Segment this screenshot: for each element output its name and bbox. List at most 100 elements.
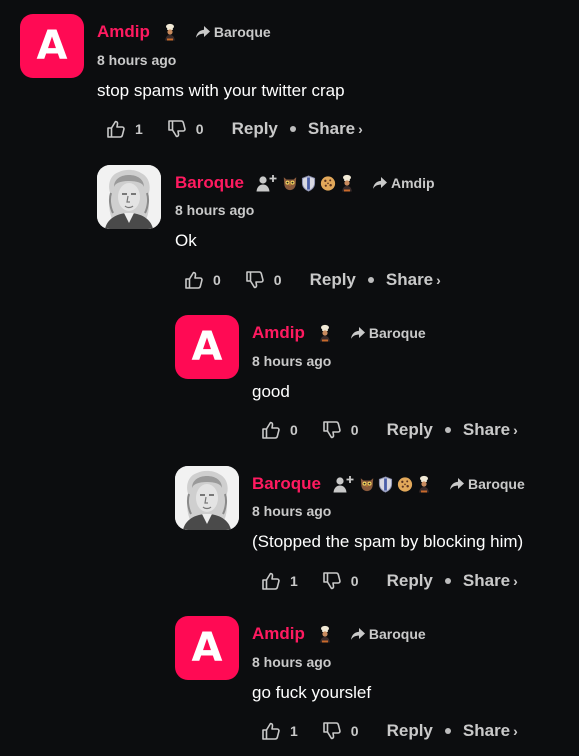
avatar[interactable]: A — [175, 315, 239, 379]
reply-to-link[interactable]: Baroque — [350, 626, 426, 642]
reply-to-link[interactable]: Baroque — [195, 24, 271, 40]
upvote-count: 1 — [290, 723, 298, 739]
separator-dot — [444, 427, 451, 433]
comment-actions: 0 0 Reply Share › — [261, 418, 518, 442]
share-button[interactable]: Share › — [386, 270, 441, 290]
author-name[interactable]: Amdip — [97, 22, 150, 42]
chevron-right-icon: › — [513, 723, 518, 739]
reply-to-name: Baroque — [213, 24, 271, 40]
comment-text: stop spams with your twitter crap — [97, 81, 345, 100]
reply-to-name: Baroque — [467, 476, 525, 492]
downvote-button[interactable]: 0 — [245, 270, 282, 290]
reply-arrow-icon — [372, 176, 388, 190]
reply-to-link[interactable]: Baroque — [449, 476, 525, 492]
author-name[interactable]: Amdip — [252, 323, 305, 343]
comment-header: Amdip Baroque — [252, 623, 426, 645]
comment-actions: 1 0 Reply Share › — [106, 117, 363, 141]
downvote-count: 0 — [195, 121, 204, 137]
reply-button[interactable]: Reply — [387, 571, 433, 591]
downvote-count: 0 — [350, 723, 359, 739]
separator-dot — [444, 728, 451, 734]
thumbs-down-icon — [322, 571, 342, 591]
upvote-count: 1 — [290, 573, 298, 589]
chef-badge-icon — [317, 625, 333, 643]
upvote-button[interactable]: 1 — [261, 721, 298, 741]
share-label: Share — [462, 571, 511, 590]
downvote-button[interactable]: 0 — [322, 721, 359, 741]
comment-header: Baroque Baroque — [252, 473, 525, 495]
owl-badge-icon — [359, 475, 375, 493]
avatar[interactable]: A — [175, 616, 239, 680]
add-user-badge-icon[interactable] — [256, 174, 278, 192]
share-label: Share — [307, 119, 356, 138]
reply-button[interactable]: Reply — [387, 721, 433, 741]
reply-button[interactable]: Reply — [387, 420, 433, 440]
thumbs-up-icon — [261, 420, 281, 440]
owl-badge-icon — [282, 174, 298, 192]
reply-to-link[interactable]: Amdip — [372, 175, 435, 191]
avatar-letter: A — [191, 324, 223, 370]
share-button[interactable]: Share › — [463, 420, 518, 440]
downvote-button[interactable]: 0 — [322, 420, 359, 440]
upvote-button[interactable]: 0 — [184, 270, 221, 290]
share-label: Share — [462, 420, 511, 439]
timestamp[interactable]: 8 hours ago — [252, 503, 331, 519]
comment-header: Amdip Baroque — [97, 21, 271, 43]
reply-to-name: Baroque — [368, 626, 426, 642]
timestamp[interactable]: 8 hours ago — [97, 52, 176, 68]
share-button[interactable]: Share › — [463, 721, 518, 741]
upvote-button[interactable]: 1 — [106, 119, 143, 139]
cookie-badge-icon — [320, 174, 336, 192]
comment-header: Baroque Amdip — [175, 172, 435, 194]
avatar[interactable]: A — [20, 14, 84, 78]
comment-header: Amdip Baroque — [252, 322, 426, 344]
comment-text: go fuck yourslef — [252, 683, 372, 702]
comment-actions: 1 0 Reply Share › — [261, 569, 518, 593]
downvote-count: 0 — [350, 422, 359, 438]
reply-arrow-icon — [449, 477, 465, 491]
share-button[interactable]: Share › — [463, 571, 518, 591]
chevron-right-icon: › — [436, 272, 441, 288]
shield-badge-icon — [301, 174, 317, 192]
thumbs-down-icon — [322, 721, 342, 741]
author-name[interactable]: Baroque — [252, 474, 321, 494]
upvote-button[interactable]: 0 — [261, 420, 298, 440]
chevron-right-icon: › — [513, 573, 518, 589]
share-button[interactable]: Share › — [308, 119, 363, 139]
avatar[interactable] — [97, 165, 161, 229]
downvote-button[interactable]: 0 — [322, 571, 359, 591]
thumbs-up-icon — [261, 571, 281, 591]
comment-text: Ok — [175, 231, 197, 250]
avatar-letter: A — [191, 625, 223, 671]
author-name[interactable]: Baroque — [175, 173, 244, 193]
reply-arrow-icon — [350, 326, 366, 340]
chef-badge-icon — [339, 174, 355, 192]
reply-to-link[interactable]: Baroque — [350, 325, 426, 341]
timestamp[interactable]: 8 hours ago — [175, 202, 254, 218]
reply-button[interactable]: Reply — [310, 270, 356, 290]
add-user-badge-icon[interactable] — [333, 475, 355, 493]
reply-button[interactable]: Reply — [232, 119, 278, 139]
reply-arrow-icon — [350, 627, 366, 641]
upvote-button[interactable]: 1 — [261, 571, 298, 591]
separator-dot — [444, 578, 451, 584]
downvote-count: 0 — [350, 573, 359, 589]
separator-dot — [367, 277, 374, 283]
comment-text: good — [252, 382, 290, 401]
cookie-badge-icon — [397, 475, 413, 493]
downvote-count: 0 — [273, 272, 282, 288]
reply-to-name: Baroque — [368, 325, 426, 341]
thumbs-up-icon — [261, 721, 281, 741]
author-name[interactable]: Amdip — [252, 624, 305, 644]
timestamp[interactable]: 8 hours ago — [252, 654, 331, 670]
share-label: Share — [385, 270, 434, 289]
thumbs-down-icon — [167, 119, 187, 139]
timestamp[interactable]: 8 hours ago — [252, 353, 331, 369]
avatar[interactable] — [175, 466, 239, 530]
reply-to-name: Amdip — [390, 175, 435, 191]
upvote-count: 0 — [290, 422, 298, 438]
chevron-right-icon: › — [358, 121, 363, 137]
chef-badge-icon — [162, 23, 178, 41]
downvote-button[interactable]: 0 — [167, 119, 204, 139]
thumbs-down-icon — [245, 270, 265, 290]
